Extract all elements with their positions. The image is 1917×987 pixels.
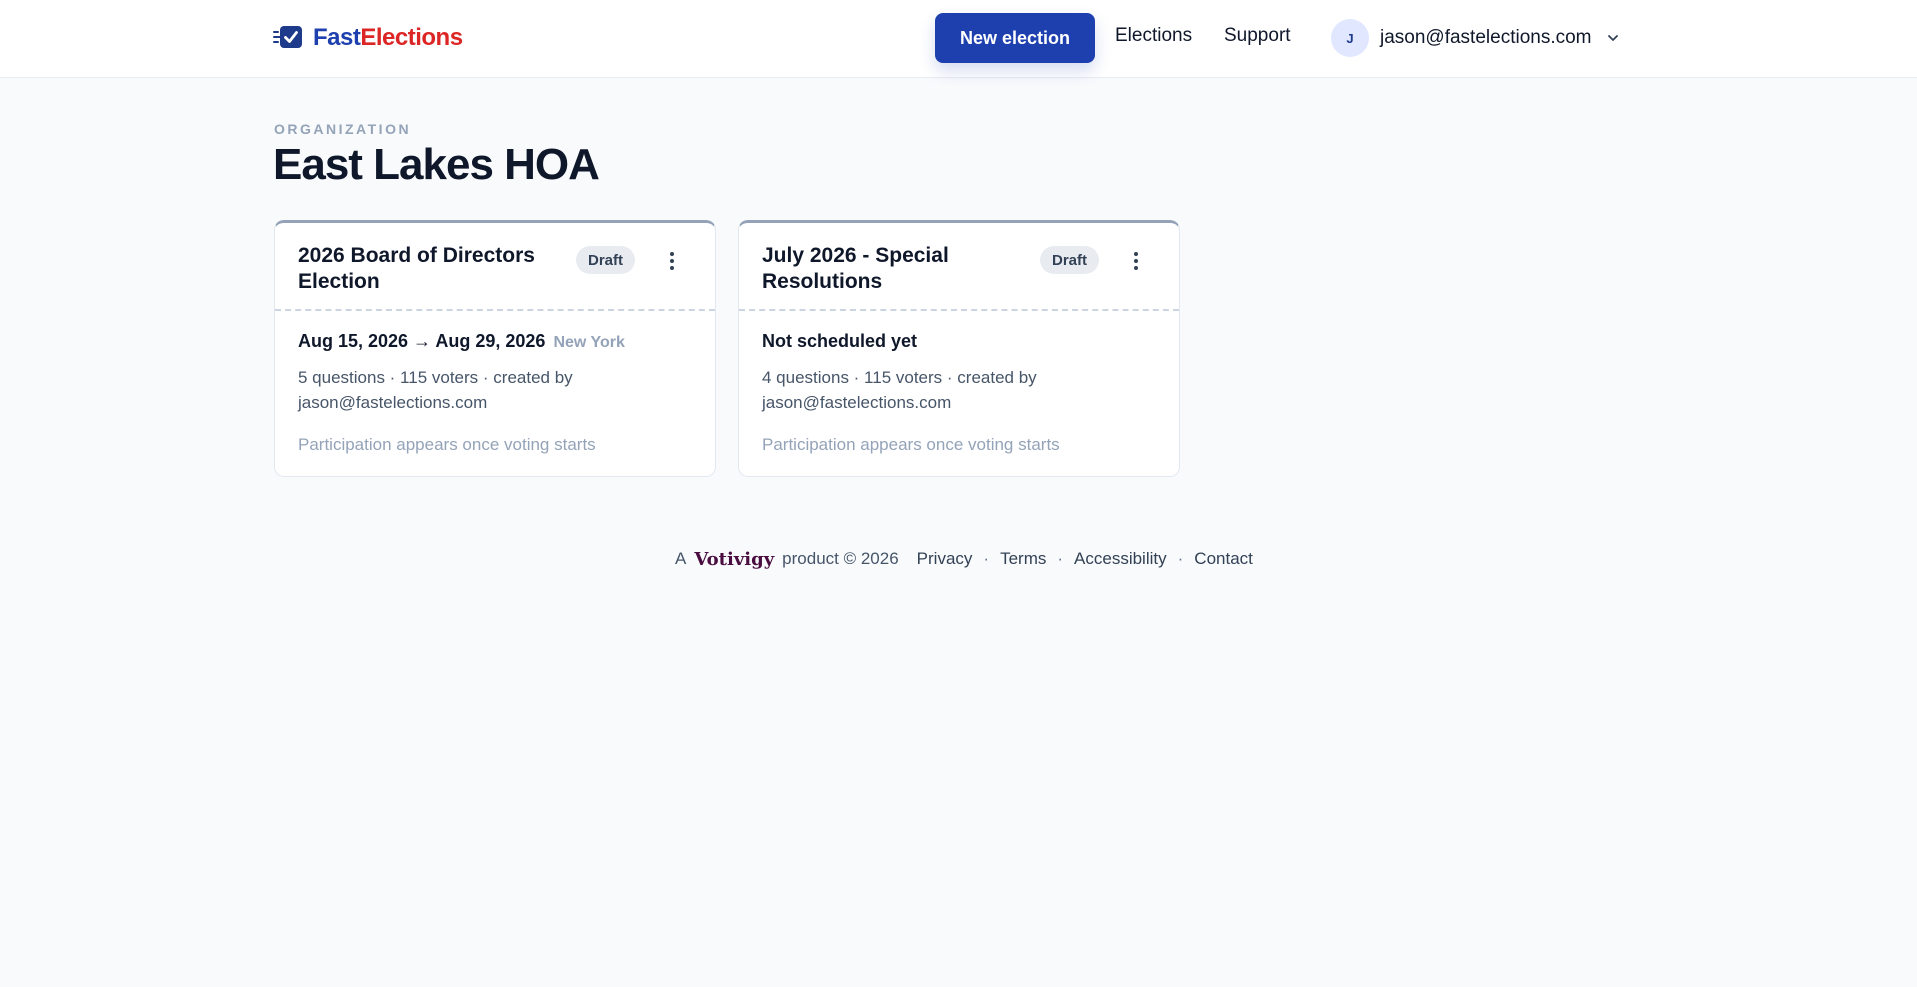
footer-link-terms[interactable]: Terms bbox=[1000, 549, 1046, 569]
user-menu[interactable]: J jason@fastelections.com bbox=[1331, 19, 1620, 57]
election-card-header: July 2026 - Special Resolutions Draft bbox=[739, 223, 1179, 311]
page-footer: A Votivigy product © 2026 Privacy · Term… bbox=[675, 548, 1253, 570]
election-meta: 4 questions · 115 voters · created by ja… bbox=[762, 368, 1037, 412]
votivigy-logo[interactable]: Votivigy bbox=[694, 549, 774, 570]
status-badge: Draft bbox=[1040, 246, 1100, 274]
election-card[interactable]: 2026 Board of Directors Election Draft A… bbox=[274, 220, 716, 477]
election-title[interactable]: July 2026 - Special Resolutions bbox=[762, 243, 1032, 295]
footer-prefix: A bbox=[675, 549, 687, 568]
participation-note: Participation appears once voting starts bbox=[762, 435, 1060, 454]
nav-link-support[interactable]: Support bbox=[1224, 25, 1291, 47]
election-meta: 5 questions · 115 voters · created by ja… bbox=[298, 368, 573, 412]
more-vertical-icon[interactable] bbox=[660, 247, 684, 275]
footer-copyright: product © 2026 bbox=[782, 549, 899, 568]
election-schedule: Not scheduled yet bbox=[762, 331, 918, 351]
footer-link-contact[interactable]: Contact bbox=[1194, 549, 1253, 569]
election-timezone: New York bbox=[553, 334, 625, 351]
footer-separator: · bbox=[983, 549, 990, 568]
footer-link-accessibility[interactable]: Accessibility bbox=[1074, 549, 1167, 569]
new-election-button[interactable]: New election bbox=[935, 13, 1095, 63]
election-schedule: Aug 15, 2026 → Aug 29, 2026 New York bbox=[298, 331, 625, 351]
election-card-header: 2026 Board of Directors Election Draft bbox=[275, 223, 715, 311]
checkbox-logo-icon bbox=[273, 24, 303, 52]
page-title: East Lakes HOA bbox=[273, 140, 600, 189]
election-title[interactable]: 2026 Board of Directors Election bbox=[298, 243, 568, 295]
nav-link-elections[interactable]: Elections bbox=[1115, 25, 1192, 47]
organization-label: ORGANIZATION bbox=[274, 121, 412, 137]
footer-separator: · bbox=[1177, 549, 1184, 568]
status-badge: Draft bbox=[576, 246, 636, 274]
brand-logo[interactable]: FastElections bbox=[273, 24, 463, 52]
more-vertical-icon[interactable] bbox=[1124, 247, 1148, 275]
brand-name: FastElections bbox=[313, 24, 463, 51]
footer-link-privacy[interactable]: Privacy bbox=[917, 549, 973, 569]
footer-separator: · bbox=[1057, 549, 1064, 568]
user-email: jason@fastelections.com bbox=[1380, 27, 1592, 48]
participation-note: Participation appears once voting starts bbox=[298, 435, 596, 454]
election-card[interactable]: July 2026 - Special Resolutions Draft No… bbox=[738, 220, 1180, 477]
avatar: J bbox=[1331, 19, 1369, 57]
top-navigation-bar: FastElections New election Elections Sup… bbox=[0, 0, 1917, 78]
chevron-down-icon bbox=[1606, 31, 1620, 45]
